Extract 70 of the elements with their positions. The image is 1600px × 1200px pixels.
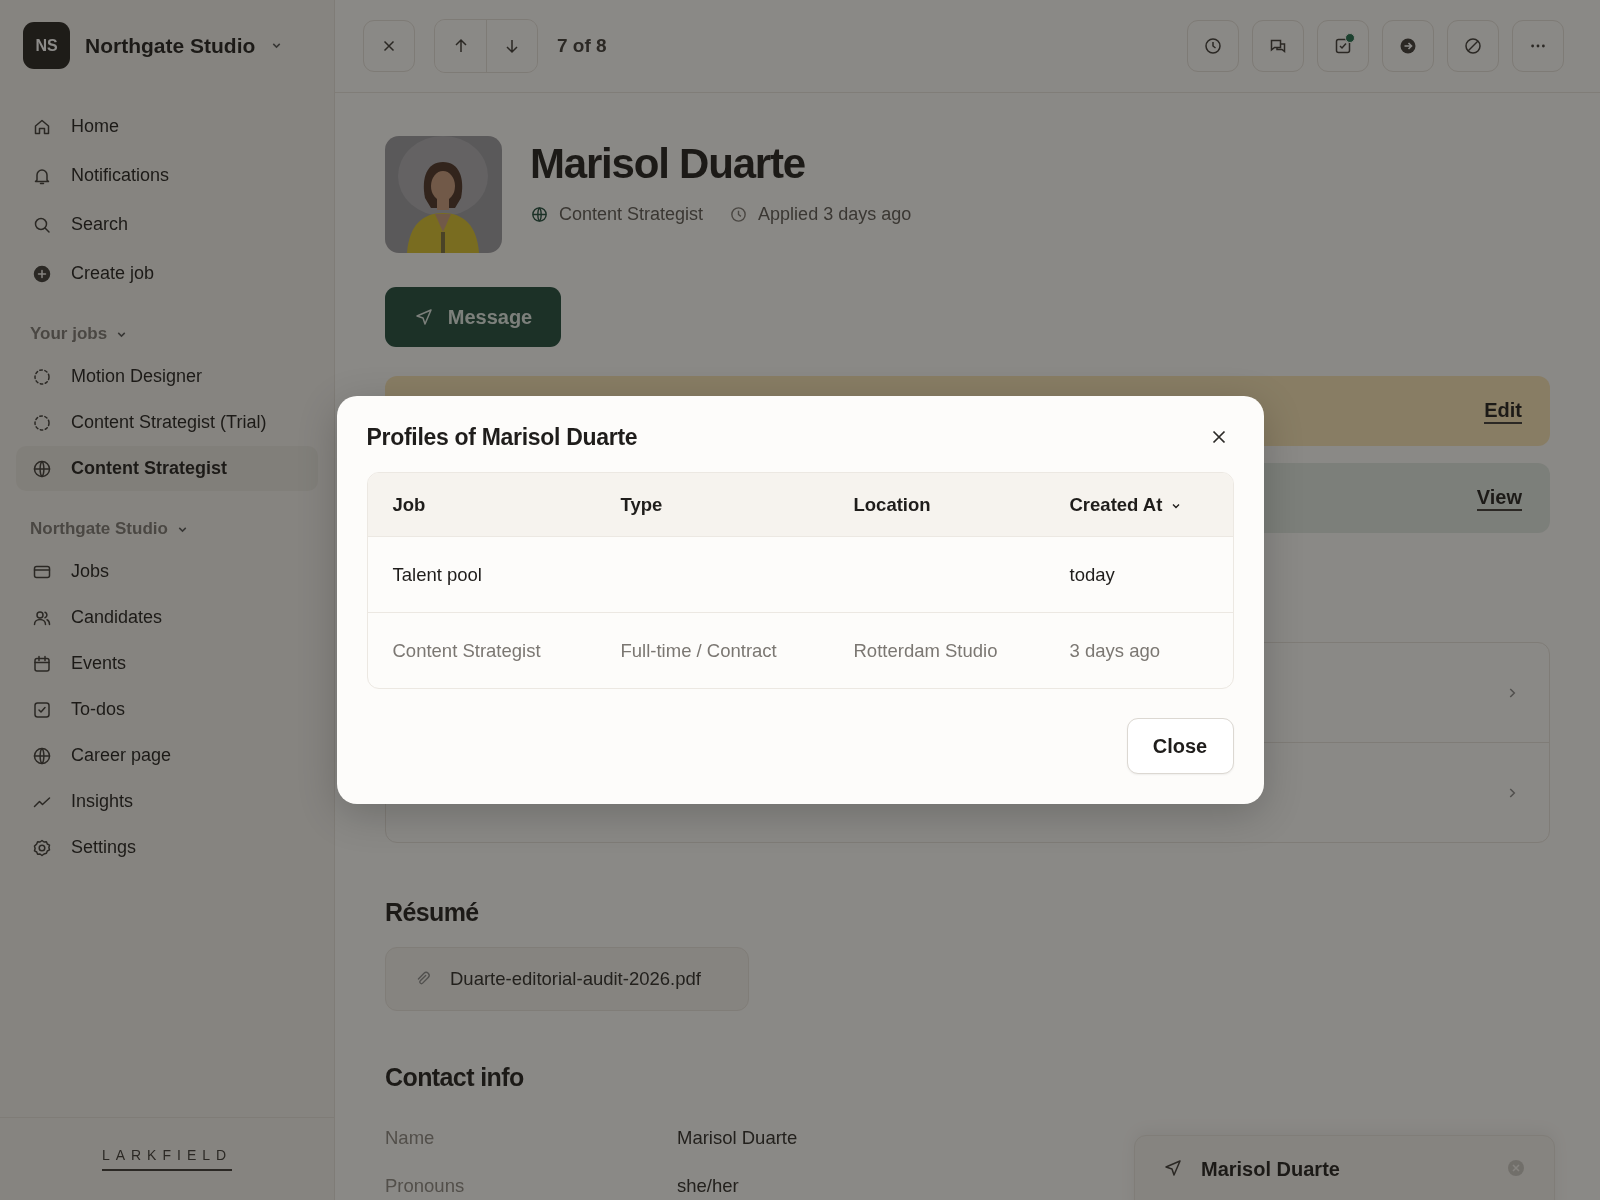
sidebar-item[interactable]: Create job [16, 251, 318, 296]
todo-button[interactable] [1317, 20, 1369, 72]
job-title: Content Strategist [559, 204, 704, 225]
globe-icon [32, 745, 52, 766]
clock-icon [729, 205, 749, 224]
sidebar-item[interactable]: Career page [16, 733, 318, 778]
chat-chip[interactable]: Marisol Duarte [1134, 1135, 1555, 1200]
column-header[interactable]: Created At [1044, 473, 1233, 537]
more-icon [1531, 44, 1545, 48]
sidebar-item[interactable]: Settings [16, 825, 318, 870]
workspace-switcher[interactable]: NS Northgate Studio [16, 22, 318, 69]
sidebar-item[interactable]: Search [16, 202, 318, 247]
sidebar-item[interactable]: Jobs [16, 549, 318, 594]
checkbox-icon [32, 699, 52, 720]
sidebar-item[interactable]: Events [16, 641, 318, 686]
sidebar-item[interactable]: Candidates [16, 595, 318, 640]
send-icon [413, 307, 434, 327]
field-label: Name [385, 1127, 436, 1149]
section-toggle[interactable]: Northgate Studio [30, 519, 189, 539]
globe-icon [32, 458, 52, 479]
chat-name: Marisol Duarte [1201, 1158, 1340, 1181]
sidebar-item[interactable]: Insights [16, 779, 318, 824]
prohibited-icon [1463, 36, 1483, 56]
table-cell: Content Strategist [392, 639, 541, 661]
more-button[interactable] [1512, 20, 1564, 72]
clock-icon [1203, 36, 1223, 56]
checkbox-icon [1333, 36, 1353, 56]
section-heading: Contact info [385, 1063, 525, 1092]
next-button[interactable] [486, 20, 537, 72]
column-header: Type [595, 473, 829, 537]
table-cell: Rotterdam Studio [853, 639, 998, 661]
plus-circle-icon [32, 263, 52, 284]
banner-link[interactable]: View [1476, 485, 1522, 511]
history-button[interactable] [1187, 20, 1239, 72]
globe-icon [530, 205, 549, 224]
applied-time: Applied 3 days ago [758, 204, 912, 225]
column-header: Location [828, 473, 1045, 537]
table-cell: Full-time / Contract [620, 639, 777, 661]
send-icon [1163, 1158, 1183, 1178]
dashed-circle-icon [32, 412, 52, 433]
dashed-circle-icon [32, 366, 52, 387]
column-header: Job [367, 473, 596, 537]
sidebar-item[interactable]: Content Strategist (Trial) [16, 400, 318, 445]
arrow-circle-icon [1398, 36, 1418, 56]
sidebar-item[interactable]: To-dos [16, 687, 318, 732]
sidebar-item[interactable]: Motion Designer [16, 354, 318, 399]
section-heading: Résumé [385, 898, 480, 927]
candidate-name: Marisol Duarte [530, 140, 806, 188]
table-cell: 3 days ago [1069, 639, 1160, 661]
field-value: Marisol Duarte [677, 1127, 798, 1149]
position-counter: 7 of 8 [557, 35, 607, 57]
move-button[interactable] [1382, 20, 1434, 72]
message-button[interactable]: Message [385, 287, 561, 347]
brand-logo[interactable]: LARKFIELD [101, 1147, 233, 1171]
sidebar-item[interactable]: Home [16, 104, 318, 149]
sidebar-item[interactable]: Notifications [16, 153, 318, 198]
section-toggle[interactable]: Your jobs [30, 324, 129, 344]
table-cell: today [1069, 563, 1115, 585]
table-cell: Talent pool [392, 563, 482, 585]
comments-button[interactable] [1252, 20, 1304, 72]
close-button[interactable]: Close [1126, 718, 1234, 774]
reject-button[interactable] [1447, 20, 1499, 72]
calendar-icon [32, 653, 52, 674]
file-attachment[interactable]: Duarte-editorial-audit-2026.pdf [385, 947, 749, 1011]
settings-icon [32, 837, 52, 858]
dialog-title: Profiles of Marisol Duarte [366, 423, 638, 451]
banner-link[interactable]: Edit [1484, 398, 1522, 424]
field-value: she/her [677, 1175, 739, 1197]
field-label: Pronouns [385, 1175, 466, 1197]
sidebar-item[interactable]: Content Strategist [16, 446, 318, 491]
